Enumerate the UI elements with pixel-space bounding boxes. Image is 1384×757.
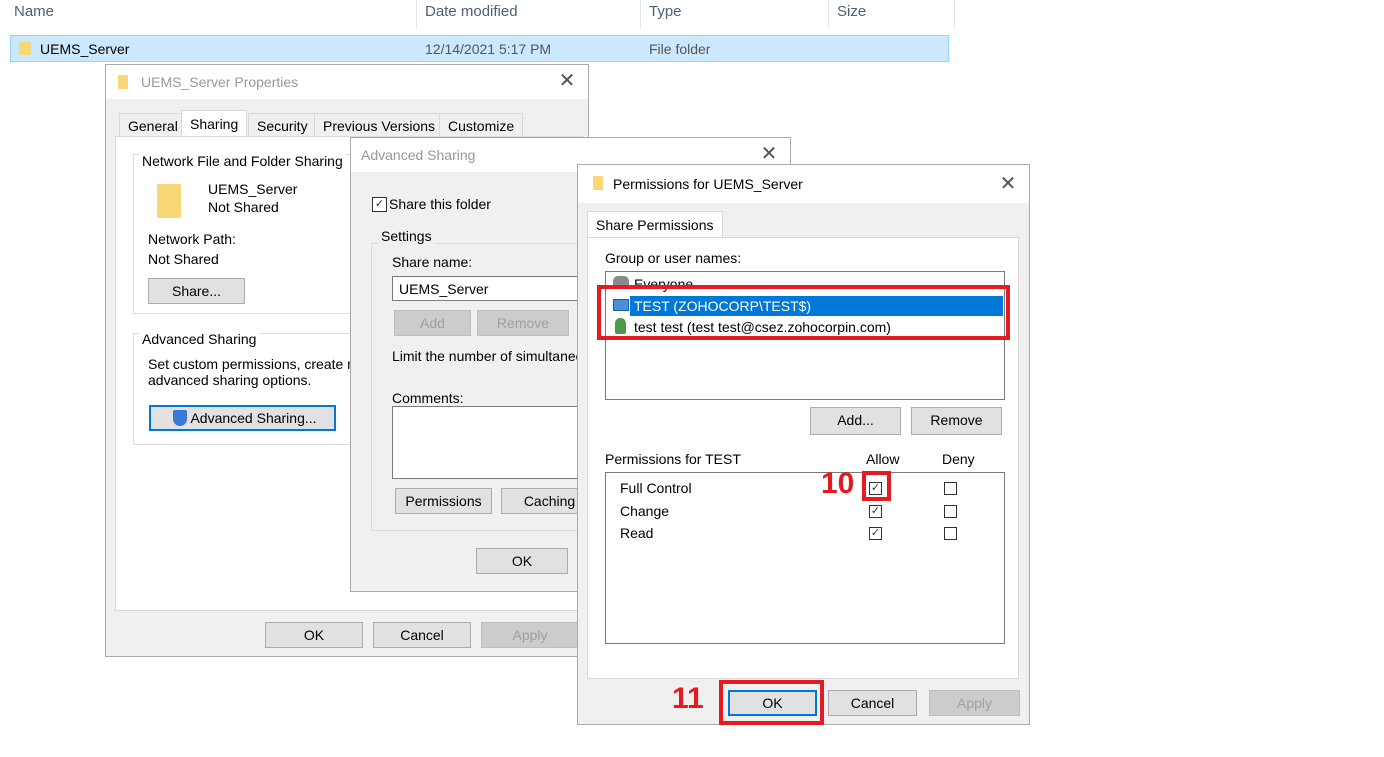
tab-general[interactable]: General <box>119 113 187 137</box>
permissions-title: Permissions for UEMS_Server <box>613 176 803 192</box>
remove-button[interactable]: Remove <box>477 310 569 336</box>
permissions-for-label: Permissions for TEST <box>605 451 741 467</box>
step-11-label: 11 <box>672 682 704 715</box>
step-10-label: 10 <box>821 467 855 500</box>
folder-icon <box>19 42 31 55</box>
properties-title: UEMS_Server Properties <box>141 74 299 90</box>
apply-button[interactable]: Apply <box>929 690 1020 716</box>
apply-button[interactable]: Apply <box>481 622 579 648</box>
column-separator <box>954 0 955 28</box>
add-button[interactable]: Add <box>394 310 471 336</box>
full-control-deny-checkbox[interactable] <box>944 482 957 495</box>
permissions-listbox: Full Control ✓ Change ✓ Read ✓ <box>605 472 1005 644</box>
ok-button[interactable]: OK <box>265 622 363 648</box>
read-deny-checkbox[interactable] <box>944 527 957 540</box>
deny-header: Deny <box>942 451 975 467</box>
file-date: 12/14/2021 5:17 PM <box>425 41 552 57</box>
limit-users-label: Limit the number of simultaneou <box>392 348 592 364</box>
permissions-button[interactable]: Permissions <box>395 488 492 514</box>
allow-header: Allow <box>866 451 900 467</box>
tab-share-permissions[interactable]: Share Permissions <box>587 211 723 238</box>
cancel-button[interactable]: Cancel <box>373 622 471 648</box>
share-name-label: Share name: <box>392 254 473 270</box>
cancel-button[interactable]: Cancel <box>828 690 917 716</box>
folder-icon <box>157 184 181 218</box>
advanced-sharing-legend: Advanced Sharing <box>139 331 260 347</box>
network-path-label: Network Path: <box>148 231 236 247</box>
file-type: File folder <box>649 41 711 57</box>
change-deny-checkbox[interactable] <box>944 505 957 518</box>
column-separator[interactable] <box>640 0 641 28</box>
share-button[interactable]: Share... <box>148 278 245 304</box>
ok-button[interactable]: OK <box>476 548 568 574</box>
change-allow-checkbox[interactable]: ✓ <box>869 505 882 518</box>
group-users-label: Group or user names: <box>605 250 742 266</box>
network-sharing-legend: Network File and Folder Sharing <box>139 153 346 169</box>
share-folder-checkbox[interactable]: ✓ <box>372 197 387 212</box>
perm-full-control: Full Control <box>620 480 692 496</box>
column-separator[interactable] <box>828 0 829 28</box>
remove-user-button[interactable]: Remove <box>911 407 1002 435</box>
file-name[interactable]: UEMS_Server <box>40 41 129 57</box>
folder-name: UEMS_Server <box>208 181 298 197</box>
advanced-desc-2: advanced sharing options. <box>148 372 312 388</box>
read-allow-checkbox[interactable]: ✓ <box>869 527 882 540</box>
folder-icon <box>593 176 603 190</box>
highlight-ok-button <box>719 680 824 725</box>
tab-sharing[interactable]: Sharing <box>181 110 248 137</box>
close-icon[interactable]: ✕ <box>996 172 1020 196</box>
permissions-window: Permissions for UEMS_Server ✕ Share Perm… <box>577 164 1030 725</box>
tab-security[interactable]: Security <box>248 113 317 137</box>
tab-customize[interactable]: Customize <box>439 113 524 137</box>
highlight-full-control-allow <box>862 471 891 501</box>
folder-state: Not Shared <box>208 199 279 215</box>
column-type[interactable]: Type <box>649 0 682 28</box>
advanced-sharing-button-label: Advanced Sharing... <box>190 410 317 426</box>
tab-previous-versions[interactable]: Previous Versions <box>314 113 445 137</box>
column-separator[interactable] <box>416 0 417 28</box>
close-icon[interactable]: ✕ <box>757 142 781 166</box>
highlight-user-selection <box>597 285 1010 340</box>
network-path-value: Not Shared <box>148 251 219 267</box>
close-icon[interactable]: ✕ <box>555 69 579 93</box>
advanced-title: Advanced Sharing <box>361 147 476 163</box>
folder-icon <box>118 75 128 89</box>
comments-label: Comments: <box>392 390 464 406</box>
column-name[interactable]: Name <box>14 0 54 28</box>
share-folder-label: Share this folder <box>389 196 491 212</box>
add-user-button[interactable]: Add... <box>810 407 901 435</box>
shield-icon <box>173 410 187 426</box>
advanced-sharing-button[interactable]: Advanced Sharing... <box>149 405 336 431</box>
column-date-modified[interactable]: Date modified <box>425 0 518 28</box>
column-size[interactable]: Size <box>837 0 866 28</box>
perm-read: Read <box>620 525 654 541</box>
perm-change: Change <box>620 503 670 519</box>
advanced-desc-1: Set custom permissions, create mu <box>148 356 367 372</box>
settings-legend: Settings <box>378 228 435 244</box>
